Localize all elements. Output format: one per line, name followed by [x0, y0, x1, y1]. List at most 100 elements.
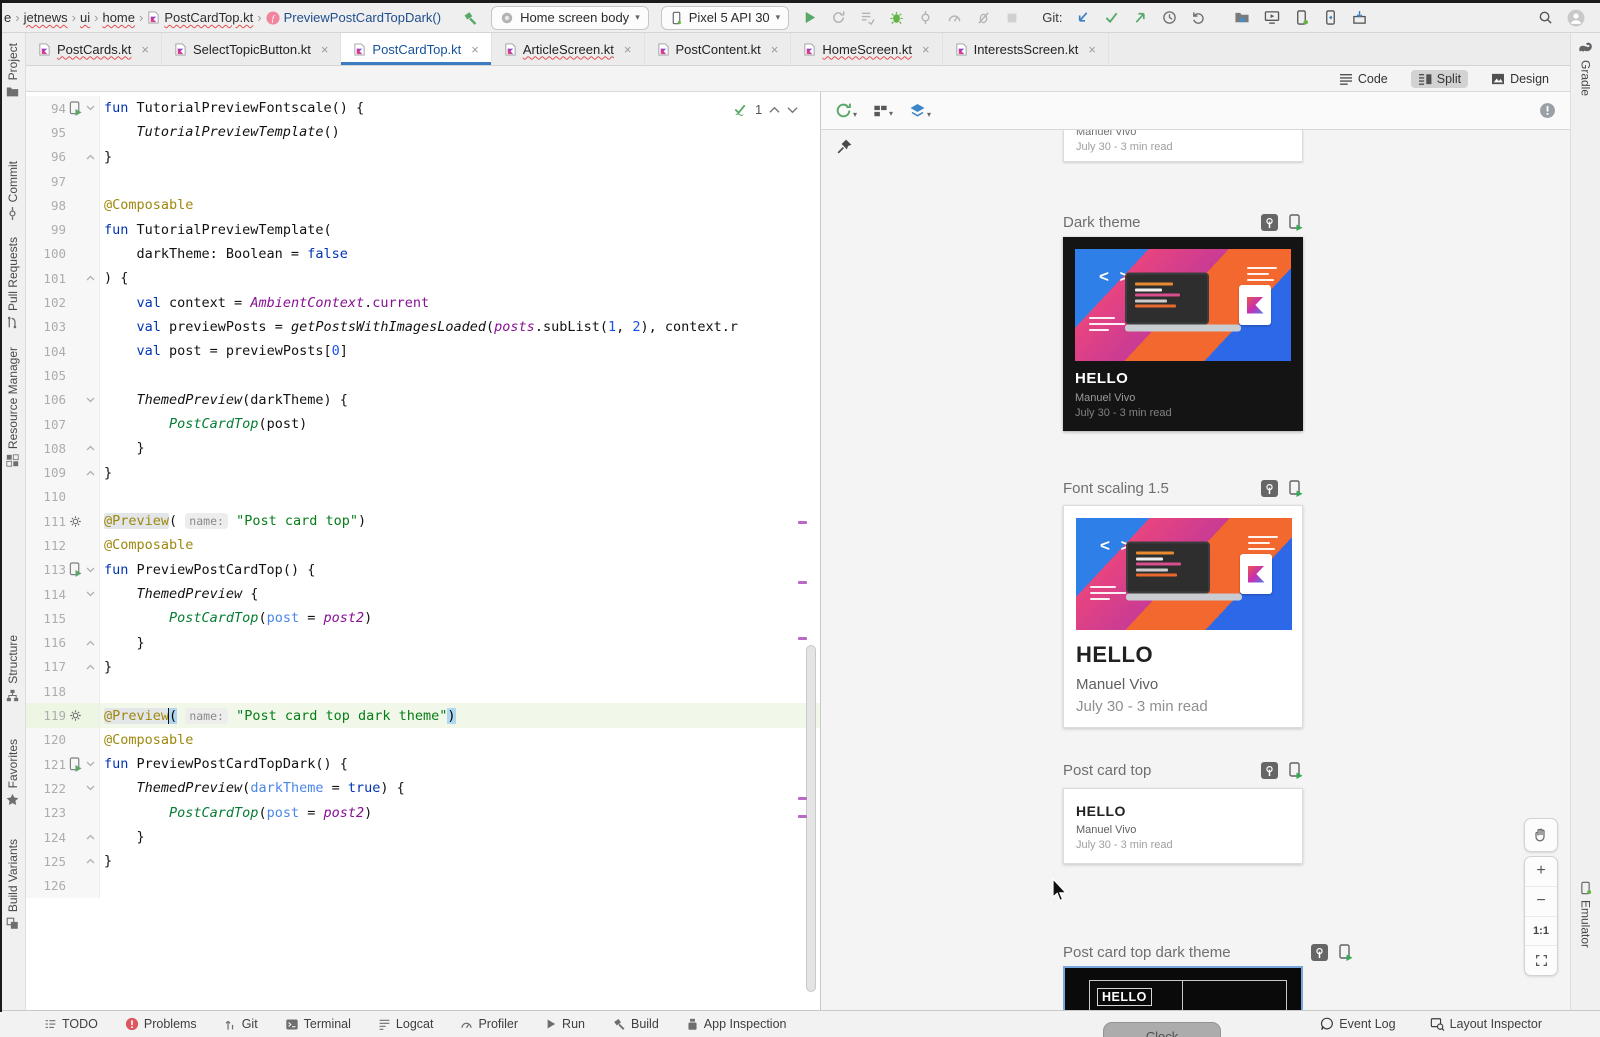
apply-changes-button-icon[interactable]	[831, 10, 846, 25]
view-options-button[interactable]: ▾	[873, 104, 893, 118]
tab-selecttopicbutton-kt[interactable]: SelectTopicButton.kt×	[162, 33, 341, 65]
deploy-preview-button-icon[interactable]	[1287, 480, 1303, 497]
tool-window-button-terminal[interactable]: Terminal	[285, 1017, 351, 1031]
code-line[interactable]: 98@Composable	[26, 193, 820, 217]
tool-window-button-event-log[interactable]: Event Log	[1320, 1017, 1395, 1031]
device-manager-button-icon[interactable]	[1294, 10, 1309, 25]
code-line[interactable]: 105	[26, 363, 820, 387]
search-everywhere-button-icon[interactable]	[1538, 10, 1553, 25]
fold-marker-icon[interactable]	[86, 833, 95, 841]
code-line[interactable]: 111@Preview( name: "Post card top")	[26, 509, 820, 533]
sidebar-item-favorites[interactable]: Favorites	[0, 739, 25, 806]
preview-issues-button-icon[interactable]	[1539, 102, 1556, 119]
pin-preview-button-icon[interactable]	[836, 138, 853, 155]
tool-window-button-problems[interactable]: Problems	[125, 1017, 197, 1031]
run-preview-gutter-icon[interactable]	[69, 101, 82, 116]
pan-button[interactable]	[1524, 818, 1558, 852]
code-line[interactable]: 106 ThemedPreview(darkTheme) {	[26, 388, 820, 412]
sidebar-item-project[interactable]: Project	[0, 43, 25, 98]
preview-card-dark-outline[interactable]: HELLOManuel Vivo	[1063, 966, 1303, 1010]
preview-card-font-scaling[interactable]: < >HELLOManuel VivoJuly 30 - 3 min read	[1063, 505, 1303, 728]
fold-marker-icon[interactable]	[86, 857, 95, 865]
fold-marker-icon[interactable]	[86, 153, 95, 161]
code-line[interactable]: 107 PostCardTop(post)	[26, 412, 820, 436]
code-line[interactable]: 119@Preview( name: "Post card top dark t…	[26, 703, 820, 727]
fold-marker-icon[interactable]	[86, 566, 95, 574]
breadcrumb-item[interactable]: PostCardTop.kt	[147, 10, 253, 25]
zoom-actual-button[interactable]: 1:1	[1525, 917, 1557, 947]
stop-button-icon[interactable]	[1005, 11, 1019, 25]
breadcrumb-item[interactable]: home	[102, 10, 135, 25]
device-select[interactable]: Pixel 5 API 30▾	[661, 6, 789, 30]
tab-interestsscreen-kt[interactable]: InterestsScreen.kt×	[943, 33, 1109, 65]
code-line[interactable]: 121fun PreviewPostCardTopDark() {	[26, 752, 820, 776]
code-line[interactable]: 99fun TutorialPreviewTemplate(	[26, 217, 820, 241]
code-line[interactable]: 97	[26, 169, 820, 193]
inspection-widget[interactable]: 1	[732, 102, 798, 117]
run-preview-gutter-icon[interactable]	[69, 757, 82, 772]
tool-window-button-build[interactable]: Build	[612, 1017, 659, 1031]
previous-highlight-button-icon[interactable]	[769, 106, 780, 114]
sidebar-item-build-variants[interactable]: Build Variants	[0, 839, 25, 930]
code-line[interactable]: 100 darkTheme: Boolean = false	[26, 242, 820, 266]
fold-marker-icon[interactable]	[86, 639, 95, 647]
git-update-button-icon[interactable]	[1075, 10, 1090, 25]
mode-code[interactable]: Code	[1332, 70, 1395, 88]
tool-window-button-logcat[interactable]: Logcat	[378, 1017, 434, 1031]
deploy-preview-button-icon[interactable]	[1287, 214, 1303, 231]
git-commit-button-icon[interactable]	[1104, 10, 1119, 25]
tool-window-button-run[interactable]: Run	[545, 1017, 585, 1031]
next-highlight-button-icon[interactable]	[787, 106, 798, 114]
close-icon[interactable]: ×	[141, 42, 149, 57]
zoom-fit-button[interactable]	[1525, 946, 1557, 975]
code-line[interactable]: 94fun TutorialPreviewFontscale() {	[26, 96, 820, 120]
profile-button-icon[interactable]	[947, 10, 962, 25]
breadcrumb-item[interactable]: fPreviewPostCardTopDark()	[266, 10, 442, 25]
tool-window-button-layout-inspector[interactable]: Layout Inspector	[1430, 1017, 1542, 1031]
tab-articlescreen-kt[interactable]: ArticleScreen.kt×	[492, 33, 645, 65]
code-line[interactable]: 109}	[26, 460, 820, 484]
interactive-mode-button[interactable]	[1261, 762, 1278, 779]
sidebar-item-structure[interactable]: Structure	[0, 635, 25, 702]
fold-marker-icon[interactable]	[86, 760, 95, 768]
close-icon[interactable]: ×	[624, 42, 632, 57]
rollback-button-icon[interactable]	[1191, 10, 1206, 25]
running-devices-button-icon[interactable]	[1264, 10, 1280, 25]
tool-window-button-git[interactable]: Git	[224, 1017, 258, 1031]
code-line[interactable]: 122 ThemedPreview(darkTheme = true) {	[26, 776, 820, 800]
mode-design[interactable]: Design	[1484, 70, 1556, 88]
fold-marker-icon[interactable]	[86, 444, 95, 452]
run-config-select[interactable]: Home screen body▾	[491, 6, 649, 30]
device-file-explorer-button-icon[interactable]	[1234, 10, 1250, 25]
close-icon[interactable]: ×	[471, 42, 479, 57]
sidebar-item-emulator[interactable]: Emulator	[1571, 881, 1600, 948]
code-line[interactable]: 101) {	[26, 266, 820, 290]
history-button-icon[interactable]	[1162, 10, 1177, 25]
close-icon[interactable]: ×	[321, 42, 329, 57]
tab-homescreen-kt[interactable]: HomeScreen.kt×	[791, 33, 942, 65]
code-line[interactable]: 120@Composable	[26, 728, 820, 752]
layers-button[interactable]: ▾	[909, 103, 931, 119]
profile-avatar-icon[interactable]	[1567, 9, 1585, 27]
sidebar-item-gradle[interactable]: Gradle	[1571, 41, 1600, 96]
build-button-icon[interactable]	[462, 10, 478, 26]
code-line[interactable]: 115 PostCardTop(post = post2)	[26, 606, 820, 630]
fold-marker-icon[interactable]	[86, 104, 95, 112]
preview-card-default[interactable]: HELLOManuel VivoJuly 30 - 3 min read	[1063, 788, 1303, 864]
preview-settings-gutter-icon[interactable]	[69, 515, 82, 528]
code-line[interactable]: 117}	[26, 655, 820, 679]
code-line[interactable]: 102 val context = AmbientContext.current	[26, 290, 820, 314]
deploy-preview-button-icon[interactable]	[1337, 944, 1353, 961]
sdk-manager-button-icon[interactable]	[1352, 10, 1367, 25]
code-line[interactable]: 112@Composable	[26, 533, 820, 557]
deploy-preview-button-icon[interactable]	[1287, 762, 1303, 779]
close-icon[interactable]: ×	[922, 42, 930, 57]
fold-marker-icon[interactable]	[86, 469, 95, 477]
code-line[interactable]: 123 PostCardTop(post = post2)	[26, 801, 820, 825]
stop-debug-button-icon[interactable]	[976, 10, 991, 25]
sidebar-item-commit[interactable]: Commit	[0, 161, 25, 220]
pair-devices-button-icon[interactable]	[1323, 10, 1338, 25]
code-line[interactable]: 118	[26, 679, 820, 703]
zoom-out-button[interactable]: −	[1525, 887, 1557, 917]
tab-postcardtop-kt[interactable]: PostCardTop.kt×	[341, 33, 491, 65]
